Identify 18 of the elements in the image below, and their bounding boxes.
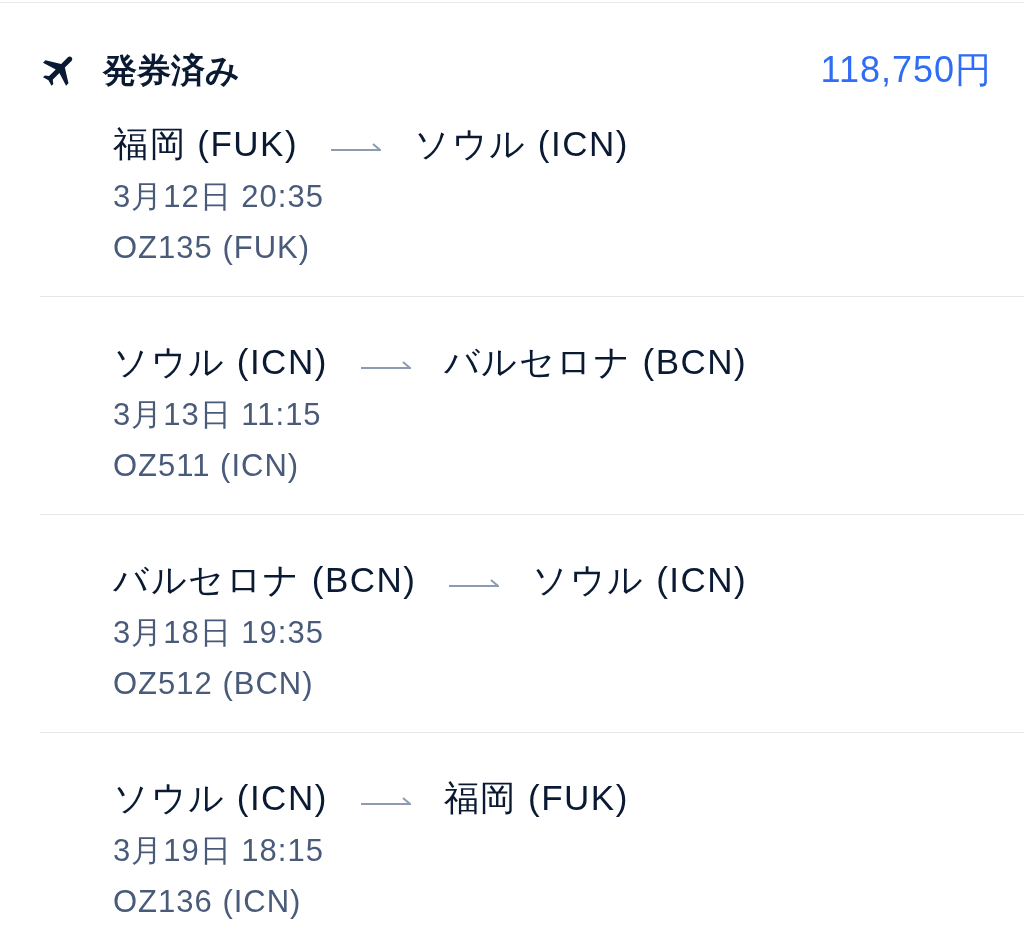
origin-airport: バルセロナ (BCN) [113, 559, 417, 601]
destination-airport: 福岡 (FUK) [443, 777, 629, 819]
origin-airport: ソウル (ICN) [113, 341, 328, 383]
origin-airport: 福岡 (FUK) [113, 123, 299, 165]
status-title: 発券済み [103, 50, 240, 90]
flight-number: OZ136 (ICN) [113, 883, 302, 921]
origin-airport: ソウル (ICN) [113, 777, 328, 819]
departure-datetime: 3月19日 18:15 [113, 832, 324, 870]
destination-airport: バルセロナ (BCN) [443, 341, 748, 383]
flight-number: OZ135 (FUK) [113, 229, 311, 267]
departure-datetime: 3月18日 19:35 [113, 614, 324, 652]
destination-airport: ソウル (ICN) [414, 123, 629, 165]
price-text: 118,750円 [820, 50, 992, 90]
flight-number: OZ512 (BCN) [113, 665, 314, 703]
destination-airport: ソウル (ICN) [532, 559, 748, 601]
flight-number: OZ511 (ICN) [113, 447, 300, 485]
departure-datetime: 3月13日 11:15 [113, 396, 322, 434]
departure-datetime: 3月12日 20:35 [113, 178, 324, 216]
